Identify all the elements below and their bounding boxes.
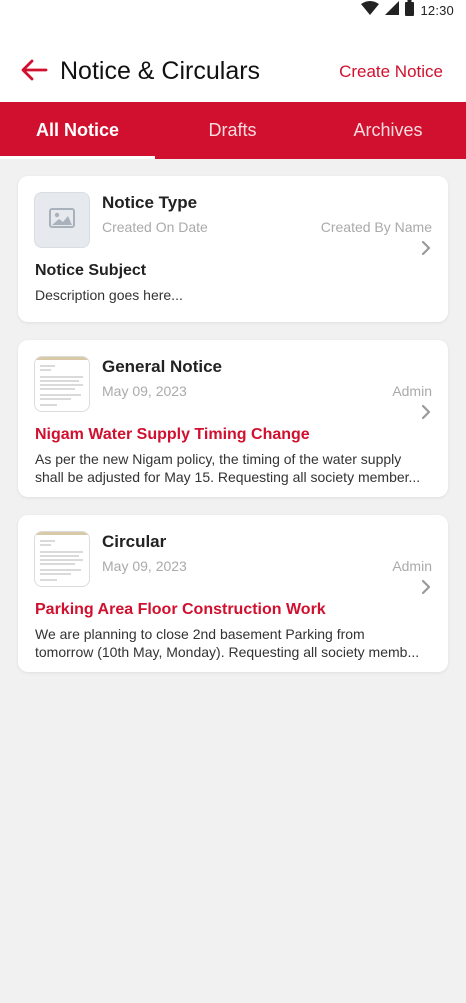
notice-card[interactable]: Notice Type Created On Date Created By N… [18,176,448,322]
active-tab-indicator [0,156,155,159]
image-placeholder-icon [49,207,75,233]
description-line: shall be adjusted for May 15. Requesting… [35,469,421,485]
notice-type: Notice Type [102,193,198,212]
chevron-right-icon [420,579,432,595]
status-icons: 12:30 [361,0,454,21]
description-line: Description goes here... [35,287,183,303]
tab-drafts[interactable]: Drafts [155,102,310,159]
back-button[interactable] [20,58,50,86]
back-arrow-icon [20,59,48,86]
notice-subject: Parking Area Floor Construction Work [35,601,326,618]
create-notice-button[interactable]: Create Notice [339,62,443,82]
notice-card[interactable]: Circular May 09, 2023 Admin Parking Area… [18,515,448,672]
notice-date: Created On Date [102,219,208,235]
status-bar: 12:30 [0,0,466,20]
chevron-right-icon [420,240,432,256]
chevron-right-icon [420,404,432,420]
notice-subject: Notice Subject [35,262,147,279]
notice-description: As per the new Nigam policy, the timing … [35,450,435,486]
tab-archives[interactable]: Archives [310,102,466,159]
notice-thumbnail [34,192,90,248]
notice-date: May 09, 2023 [102,383,187,399]
notice-author: Admin [392,383,432,399]
notice-author: Created By Name [320,219,432,235]
notice-date: May 09, 2023 [102,558,187,574]
wifi-icon [361,0,380,20]
cellular-signal-icon [385,0,400,20]
document-thumbnail [34,356,90,412]
notice-type: General Notice [102,357,222,376]
description-line: As per the new Nigam policy, the timing … [35,451,402,467]
tab-all-notice[interactable]: All Notice [0,102,155,159]
tab-bar: All Notice Drafts Archives [0,102,466,159]
app-header: Notice & Circulars Create Notice [0,20,466,102]
status-time: 12:30 [420,2,454,18]
notice-subject: Nigam Water Supply Timing Change [35,426,310,443]
description-line: tomorrow (10th May, Monday). Requesting … [35,644,420,660]
notice-type: Circular [102,532,167,551]
notice-author: Admin [392,558,432,574]
notice-card[interactable]: General Notice May 09, 2023 Admin Nigam … [18,340,448,497]
description-line: We are planning to close 2nd basement Pa… [35,626,365,642]
page-title: Notice & Circulars [60,57,261,85]
notice-description: We are planning to close 2nd basement Pa… [35,625,435,661]
battery-icon [405,0,415,21]
document-thumbnail [34,531,90,587]
notice-description: Description goes here... [35,286,435,304]
